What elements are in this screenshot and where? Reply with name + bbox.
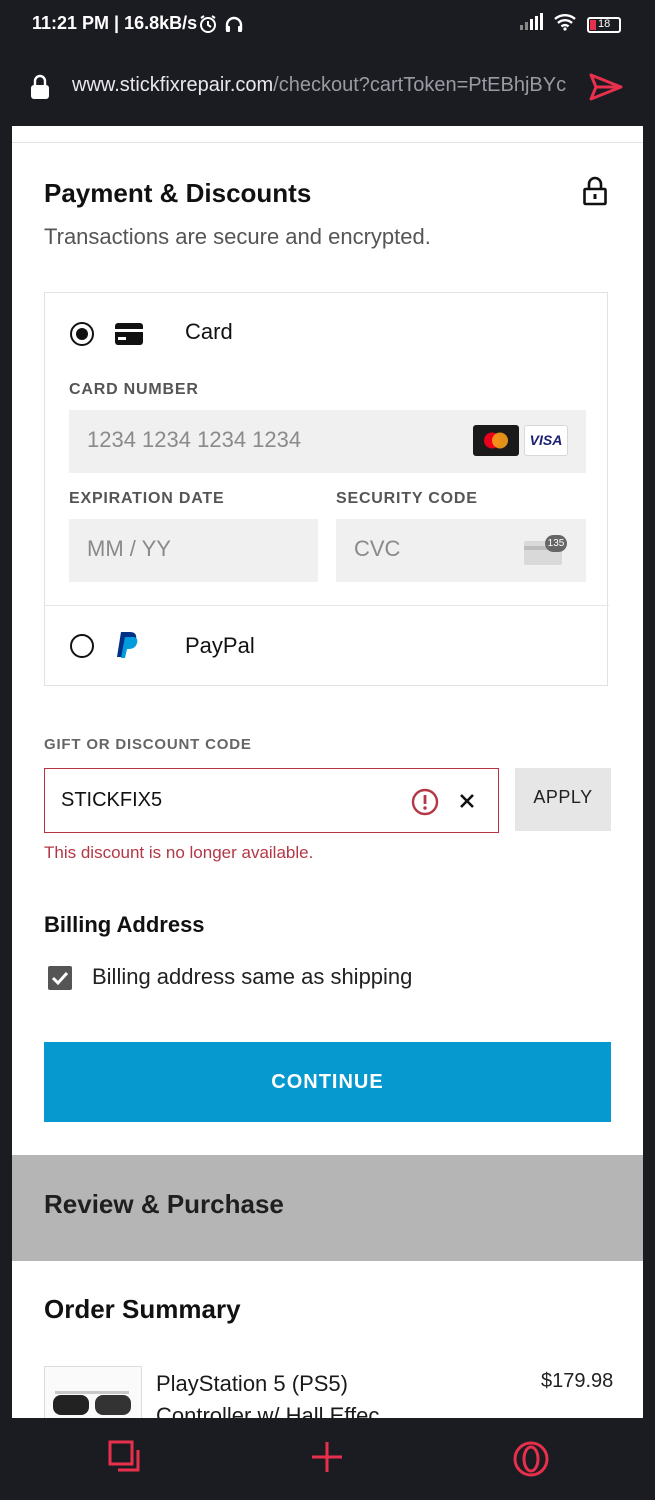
url-field[interactable]: www.stickfixrepair.com/checkout?cartToke…: [72, 74, 567, 102]
new-tab-plus-icon[interactable]: [310, 1440, 344, 1479]
order-item-name: PlayStation 5 (PS5) Controller w/ Hall E…: [156, 1371, 380, 1418]
discount-error-message: This discount is no longer available.: [44, 843, 314, 862]
divider: [12, 142, 643, 143]
discount-code-label: GIFT OR DISCOUNT CODE: [44, 736, 252, 753]
card-number-label: CARD NUMBER: [69, 381, 199, 398]
mastercard-icon: [473, 425, 519, 456]
send-icon[interactable]: [588, 72, 624, 107]
expiration-label: EXPIRATION DATE: [69, 490, 225, 507]
clear-icon[interactable]: [459, 793, 475, 814]
headphones-icon: [224, 14, 244, 39]
divider: [45, 605, 609, 606]
url-host: www.stickfixrepair.com: [72, 74, 274, 96]
payment-subtitle: Transactions are secure and encrypted.: [44, 224, 431, 249]
wifi-icon: [553, 13, 577, 36]
billing-same-label[interactable]: Billing address same as shipping: [92, 964, 412, 990]
security-code-label: SECURITY CODE: [336, 490, 478, 507]
card-number-input[interactable]: 1234 1234 1234 1234 VISA: [69, 410, 586, 473]
battery-level: 18: [598, 17, 611, 30]
paypal-option-label[interactable]: PayPal: [185, 633, 255, 659]
cvc-badge: 135: [545, 535, 567, 552]
expiration-placeholder: MM / YY: [87, 536, 171, 561]
opera-menu-icon[interactable]: [512, 1440, 550, 1483]
credit-card-icon: [115, 323, 143, 350]
billing-title: Billing Address: [44, 912, 205, 937]
card-number-placeholder: 1234 1234 1234 1234: [87, 427, 302, 452]
browser-url-bar: www.stickfixrepair.com/checkout?cartToke…: [0, 50, 655, 126]
security-code-placeholder: CVC: [354, 536, 401, 561]
product-thumbnail: [44, 1366, 142, 1418]
lock-icon: [30, 74, 50, 105]
status-bar: 11:21 PM | 16.8kB/s 18: [0, 0, 655, 50]
checkmark-icon: [51, 971, 69, 986]
security-code-input[interactable]: CVC 135: [336, 519, 586, 582]
status-time: 11:21 PM | 16.8kB/s: [32, 13, 198, 33]
card-option-label[interactable]: Card: [185, 319, 233, 345]
battery-icon: 18: [587, 16, 621, 33]
paypal-radio[interactable]: [70, 634, 94, 658]
url-path: /checkout?cartToken=PtEBhjBYc: [273, 74, 567, 96]
error-icon: [411, 788, 439, 821]
continue-button[interactable]: CONTINUE: [44, 1042, 611, 1122]
signal-icon: [519, 13, 543, 36]
order-item-price: $179.98: [541, 1370, 614, 1392]
checkout-page: Payment & Discounts Transactions are sec…: [12, 126, 643, 1418]
visa-text: VISA: [529, 432, 563, 448]
browser-bottom-nav: [0, 1418, 655, 1500]
paypal-icon: [116, 630, 140, 665]
discount-code-value: STICKFIX5: [61, 789, 163, 811]
card-radio[interactable]: [70, 322, 94, 346]
visa-icon: VISA: [524, 425, 568, 456]
payment-title: Payment & Discounts: [44, 178, 312, 208]
expiration-input[interactable]: MM / YY: [69, 519, 318, 582]
cvc-card-icon: 135: [523, 535, 567, 572]
payment-method-box: Card CARD NUMBER 1234 1234 1234 1234 VIS…: [44, 292, 609, 686]
order-summary-title: Order Summary: [44, 1294, 241, 1324]
review-title: Review & Purchase: [44, 1189, 284, 1219]
tabs-icon[interactable]: [108, 1440, 142, 1479]
alarm-icon: [198, 14, 218, 39]
review-purchase-section[interactable]: Review & Purchase: [12, 1155, 643, 1261]
apply-button[interactable]: APPLY: [515, 768, 611, 831]
secure-lock-icon: [582, 176, 608, 211]
discount-code-input[interactable]: STICKFIX5: [44, 768, 499, 833]
billing-same-checkbox[interactable]: [48, 966, 72, 990]
